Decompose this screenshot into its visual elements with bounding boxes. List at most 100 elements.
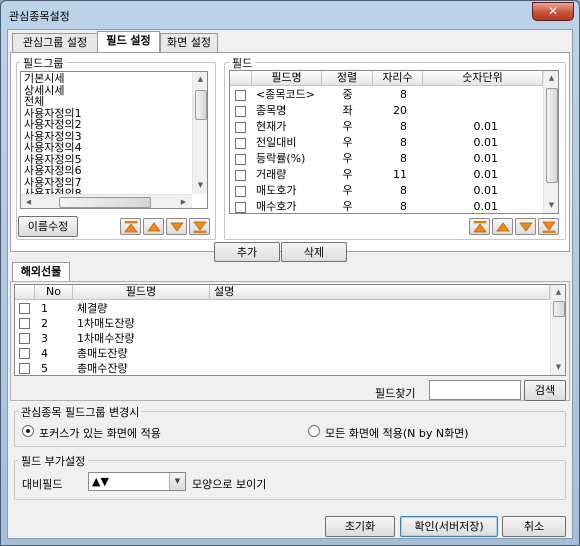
fields-table[interactable]: 필드명 정렬 자리수 숫자단위 <종목코드> 중 8 종목명 좌 20 현재가 우 8 0.01 전… xyxy=(229,70,559,214)
dialog-window: 관심종목설정 ✕ 관심그룹 설정 필드 설정 화면 설정 필드그룹 기본시세 상세… xyxy=(0,0,580,546)
compare-field-label: 대비필드 xyxy=(22,478,63,491)
fields-header-name[interactable]: 필드명 xyxy=(252,71,322,86)
field-row-checkbox[interactable] xyxy=(235,202,246,213)
field-row-checkbox[interactable] xyxy=(235,186,246,197)
field-table-row[interactable]: 매도호가 우 8 0.01 xyxy=(230,183,543,199)
cancel-button[interactable]: 취소 xyxy=(502,516,566,537)
field-row-checkbox[interactable] xyxy=(235,138,246,149)
overseas-header-name[interactable]: 필드명 xyxy=(73,285,210,300)
overseas-cell-desc xyxy=(214,331,544,346)
field-cell-unit xyxy=(423,103,498,119)
overseas-row-checkbox[interactable] xyxy=(19,303,30,314)
overseas-row-checkbox[interactable] xyxy=(19,363,30,374)
scroll-thumb[interactable] xyxy=(546,88,558,183)
field-group-title: 필드그룹 xyxy=(20,55,67,71)
rename-button[interactable]: 이름수정 xyxy=(18,216,78,237)
overseas-table-row[interactable]: 4 총매도잔량 xyxy=(15,346,550,361)
overseas-table-row[interactable]: 5 총매수잔량 xyxy=(15,361,550,375)
overseas-header-no[interactable]: No xyxy=(35,285,73,300)
apply-focused-label[interactable]: 포커스가 있는 화면에 적용 xyxy=(39,425,161,441)
field-move-up-button[interactable] xyxy=(492,218,513,235)
field-row-checkbox[interactable] xyxy=(235,90,246,101)
field-table-row[interactable]: 등락률(%) 우 8 0.01 xyxy=(230,151,543,167)
move-bottom-button[interactable] xyxy=(189,218,210,235)
overseas-header-desc[interactable]: 설명 xyxy=(210,285,550,300)
field-row-checkbox[interactable] xyxy=(235,170,246,181)
add-button[interactable]: 추가 xyxy=(214,242,280,262)
overseas-table-row[interactable]: 2 1차매도잔량 xyxy=(15,316,550,331)
tab-interest-group-settings[interactable]: 관심그룹 설정 xyxy=(12,33,98,52)
move-up-button[interactable] xyxy=(143,218,164,235)
tab-field-settings[interactable]: 필드 설정 xyxy=(97,31,160,52)
chevron-down-icon[interactable]: ▼ xyxy=(169,473,185,490)
overseas-row-checkbox[interactable] xyxy=(19,348,30,359)
field-cell-digits: 8 xyxy=(400,120,407,133)
field-move-down-button[interactable] xyxy=(515,218,536,235)
reset-button[interactable]: 초기화 xyxy=(325,516,395,537)
fields-header-align[interactable]: 정렬 xyxy=(322,71,373,86)
overseas-table-row[interactable]: 3 1차매수잔량 xyxy=(15,331,550,346)
field-table-row[interactable]: 매수호가 우 8 0.01 xyxy=(230,199,543,213)
scroll-down-icon[interactable]: ▼ xyxy=(544,198,558,213)
field-search-input[interactable] xyxy=(429,380,521,400)
field-cell-digits: 8 xyxy=(400,152,407,165)
scroll-down-icon[interactable]: ▼ xyxy=(551,360,565,375)
overseas-vscroll[interactable]: ▲ ▼ xyxy=(550,285,565,375)
field-cell-name: 종목명 xyxy=(256,104,287,117)
field-group-list[interactable]: 기본시세 상세시세 전체 사용자정의1 사용자정의2 사용자정의3 사용자정의4 사용자정의5… xyxy=(20,71,208,209)
move-down-icon xyxy=(170,222,184,232)
field-table-row[interactable]: 종목명 좌 20 xyxy=(230,103,543,119)
field-cell-digits: 11 xyxy=(393,168,407,181)
field-group-vscroll[interactable]: ▲ ▼ xyxy=(192,72,207,194)
confirm-server-save-button[interactable]: 확인(서버저장) xyxy=(400,516,498,537)
scroll-up-icon[interactable]: ▲ xyxy=(193,72,207,87)
overseas-cell-desc xyxy=(214,316,544,331)
field-cell-align: 우 xyxy=(342,168,353,181)
compare-field-select[interactable]: ▲▼ ▼ xyxy=(88,472,186,491)
overseas-row-checkbox[interactable] xyxy=(19,318,30,329)
search-button[interactable]: 검색 xyxy=(524,380,566,401)
scroll-down-icon[interactable]: ▼ xyxy=(193,178,207,193)
field-cell-unit: 0.01 xyxy=(473,120,499,133)
field-table-row[interactable]: <종목코드> 중 8 xyxy=(230,87,543,103)
move-top-icon xyxy=(473,221,487,233)
scroll-right-icon[interactable]: ▶ xyxy=(176,195,191,208)
tab-overseas-futures[interactable]: 해외선물 xyxy=(12,262,70,282)
overseas-cell-no: 3 xyxy=(41,332,48,345)
field-row-checkbox[interactable] xyxy=(235,154,246,165)
fields-header-digits[interactable]: 자리수 xyxy=(373,71,423,86)
tab-screen-settings[interactable]: 화면 설정 xyxy=(160,33,218,52)
scroll-thumb[interactable] xyxy=(553,301,565,317)
field-cell-unit: 0.01 xyxy=(473,184,499,197)
apply-all-label[interactable]: 모든 화면에 적용(N by N화면) xyxy=(325,425,469,441)
overseas-header-check xyxy=(15,285,35,300)
overseas-row-checkbox[interactable] xyxy=(19,333,30,344)
fields-header-unit[interactable]: 숫자단위 xyxy=(423,71,543,86)
move-top-button[interactable] xyxy=(120,218,141,235)
field-move-bottom-button[interactable] xyxy=(538,218,559,235)
overseas-table-row[interactable]: 1 체결량 xyxy=(15,301,550,316)
move-down-button[interactable] xyxy=(166,218,187,235)
scroll-left-icon[interactable]: ◀ xyxy=(21,195,36,208)
title-bar[interactable]: 관심종목설정 ✕ xyxy=(1,1,579,29)
delete-button[interactable]: 삭제 xyxy=(281,242,347,262)
scroll-up-icon[interactable]: ▲ xyxy=(551,285,565,300)
field-table-row[interactable]: 현재가 우 8 0.01 xyxy=(230,119,543,135)
field-move-top-button[interactable] xyxy=(469,218,490,235)
apply-all-radio[interactable] xyxy=(308,425,320,437)
field-cell-unit: 0.01 xyxy=(473,200,499,213)
apply-focused-radio[interactable] xyxy=(22,425,34,437)
field-cell-align: 우 xyxy=(342,152,353,165)
field-group-hscroll[interactable]: ◀ ▶ xyxy=(21,194,192,208)
close-button[interactable]: ✕ xyxy=(532,2,574,21)
overseas-field-table[interactable]: No 필드명 설명 1 체결량 2 1차매도잔량 3 1차매수잔량 4 총매도잔량 5 총매수잔량… xyxy=(14,284,566,376)
hscroll-thumb[interactable] xyxy=(59,197,151,208)
scroll-thumb[interactable] xyxy=(195,90,207,120)
overseas-cell-name: 1차매도잔량 xyxy=(77,317,135,330)
scroll-up-icon[interactable]: ▲ xyxy=(544,71,558,86)
field-row-checkbox[interactable] xyxy=(235,106,246,117)
fields-vscroll[interactable]: ▲ ▼ xyxy=(543,71,558,213)
field-table-row[interactable]: 거래량 우 11 0.01 xyxy=(230,167,543,183)
field-row-checkbox[interactable] xyxy=(235,122,246,133)
field-table-row[interactable]: 전일대비 우 8 0.01 xyxy=(230,135,543,151)
